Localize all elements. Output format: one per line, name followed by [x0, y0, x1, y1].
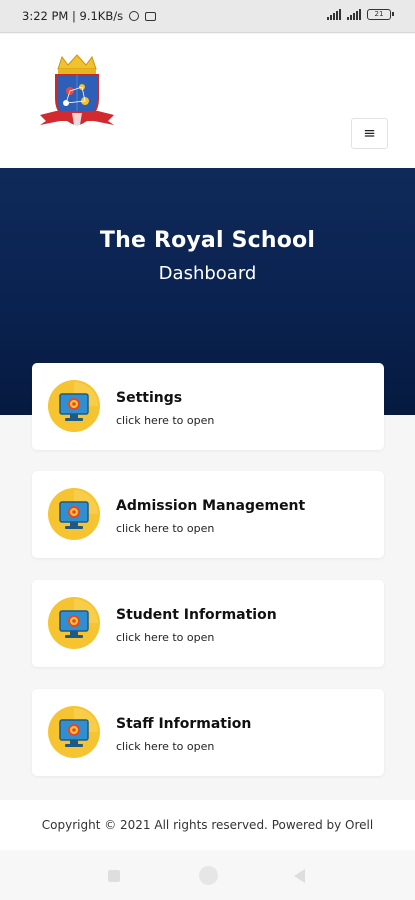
school-title: The Royal School — [99, 228, 316, 253]
card-title: Admission Management — [116, 498, 306, 514]
system-nav-bar — [0, 850, 415, 900]
footer: Copyright © 2021 All rights reserved. Po… — [0, 800, 415, 850]
status-bar: 3:22 PM | 9.1KB/s 21 — [0, 0, 415, 33]
card-student-information[interactable]: Student Information click here to open — [32, 580, 384, 667]
monitor-gear-icon — [48, 488, 100, 540]
card-settings[interactable]: Settings click here to open — [32, 363, 384, 450]
signal-icon-2 — [347, 9, 361, 20]
notification-icon — [129, 11, 140, 21]
hamburger-menu-icon: ≡ — [363, 124, 376, 142]
home-button[interactable] — [199, 866, 218, 885]
copyright-text: Copyright © 2021 All rights reserved. Po… — [41, 818, 374, 832]
status-time: 3:22 PM | 9.1KB/s — [22, 9, 124, 23]
back-button[interactable] — [294, 869, 305, 883]
page-subtitle: Dashboard — [158, 263, 257, 284]
card-subtitle: click here to open — [116, 414, 215, 427]
card-title: Settings — [116, 390, 183, 406]
card-subtitle: click here to open — [116, 631, 215, 644]
monitor-gear-icon — [48, 706, 100, 758]
card-title: Staff Information — [116, 716, 252, 732]
status-left: 3:22 PM | 9.1KB/s — [22, 9, 157, 23]
card-admission-management[interactable]: Admission Management click here to open — [32, 471, 384, 558]
monitor-gear-icon — [48, 380, 100, 432]
school-crest-icon — [40, 54, 114, 129]
card-title: Student Information — [116, 607, 277, 623]
battery-icon: 21 — [367, 9, 394, 20]
card-subtitle: click here to open — [116, 740, 215, 753]
recent-apps-button[interactable] — [108, 870, 120, 882]
mail-icon — [145, 11, 157, 21]
card-subtitle: click here to open — [116, 522, 215, 535]
signal-icon — [327, 9, 341, 20]
monitor-gear-icon — [48, 597, 100, 649]
app-header: ≡ — [0, 34, 415, 168]
status-right: 21 — [327, 9, 394, 20]
menu-button[interactable]: ≡ — [351, 118, 388, 149]
card-staff-information[interactable]: Staff Information click here to open — [32, 689, 384, 776]
battery-level: 21 — [374, 10, 384, 18]
